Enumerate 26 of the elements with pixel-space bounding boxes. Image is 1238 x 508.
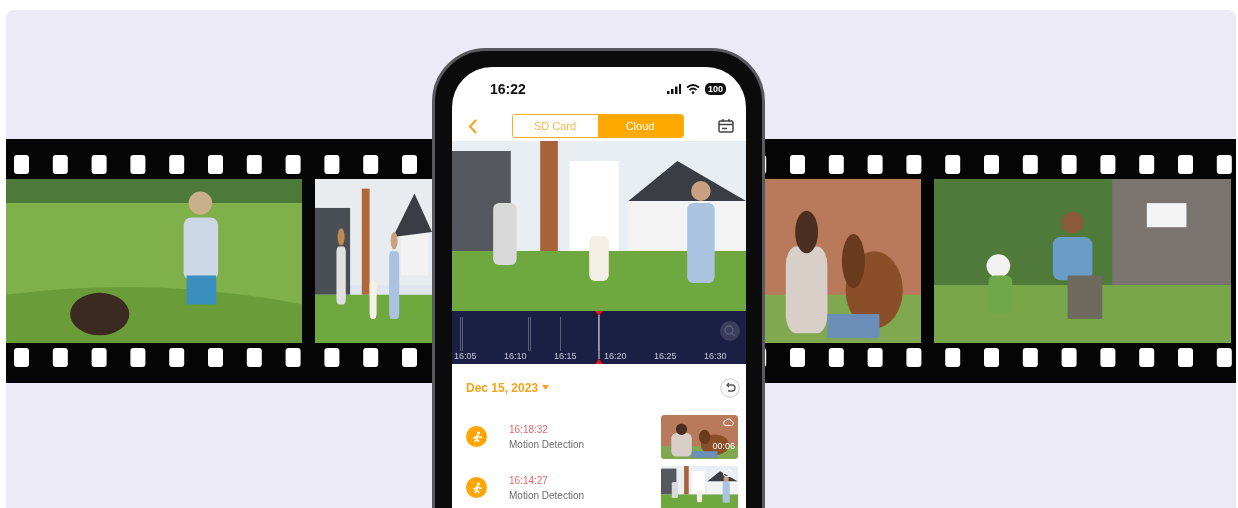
time-tick-label: 16:10: [504, 351, 528, 361]
date-dropdown[interactable]: Dec 15, 2023: [466, 380, 550, 395]
calendar-icon[interactable]: [718, 119, 734, 133]
event-type: Motion Detection: [509, 438, 586, 450]
battery-level: 100: [704, 83, 726, 95]
caret-icon: [542, 385, 550, 390]
playhead-marker[interactable]: [595, 311, 603, 364]
undo-icon[interactable]: [720, 377, 740, 398]
event-type: Motion Detection: [509, 489, 586, 501]
signal-icon: [666, 84, 681, 94]
time-tick-label: 16:05: [454, 351, 478, 361]
clip-duration: 00:06: [712, 440, 735, 451]
time-tick-label: 16:25: [654, 351, 678, 361]
time-tick-label: 16:15: [554, 351, 578, 361]
cloud-icon: [723, 417, 734, 426]
timeline-bar[interactable]: 16:05 16:10 16:15 16:20 16:25 16:30: [452, 311, 746, 364]
event-time: 16:14:27: [509, 474, 549, 486]
motion-icon: [466, 426, 487, 447]
time-tick-label: 16:30: [704, 351, 728, 361]
source-tab[interactable]: Cloud: [597, 115, 683, 137]
time-tick-label: 16:20: [604, 351, 628, 361]
event-time: 16:18:32: [509, 423, 549, 435]
status-time: 16:22: [490, 81, 526, 97]
motion-icon: [466, 477, 487, 498]
cloud-icon: [723, 468, 734, 477]
wifi-icon: [685, 84, 700, 94]
